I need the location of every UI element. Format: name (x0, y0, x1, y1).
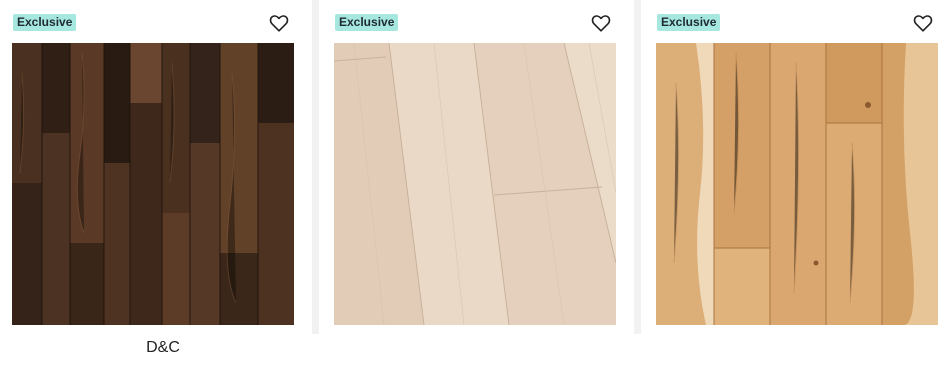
exclusive-badge: Exclusive (335, 14, 399, 31)
favorite-heart-icon[interactable] (268, 12, 290, 34)
product-card: Exclusive (12, 0, 312, 371)
product-card: Exclusive (656, 0, 951, 371)
product-image[interactable] (656, 43, 938, 325)
product-caption: D&C (146, 339, 180, 356)
favorite-heart-icon[interactable] (590, 12, 612, 34)
product-card: Exclusive (334, 0, 634, 371)
favorite-heart-icon[interactable] (912, 12, 934, 34)
exclusive-badge: Exclusive (13, 14, 77, 31)
product-image[interactable] (12, 43, 294, 325)
exclusive-badge: Exclusive (657, 14, 721, 31)
product-image[interactable] (334, 43, 616, 325)
